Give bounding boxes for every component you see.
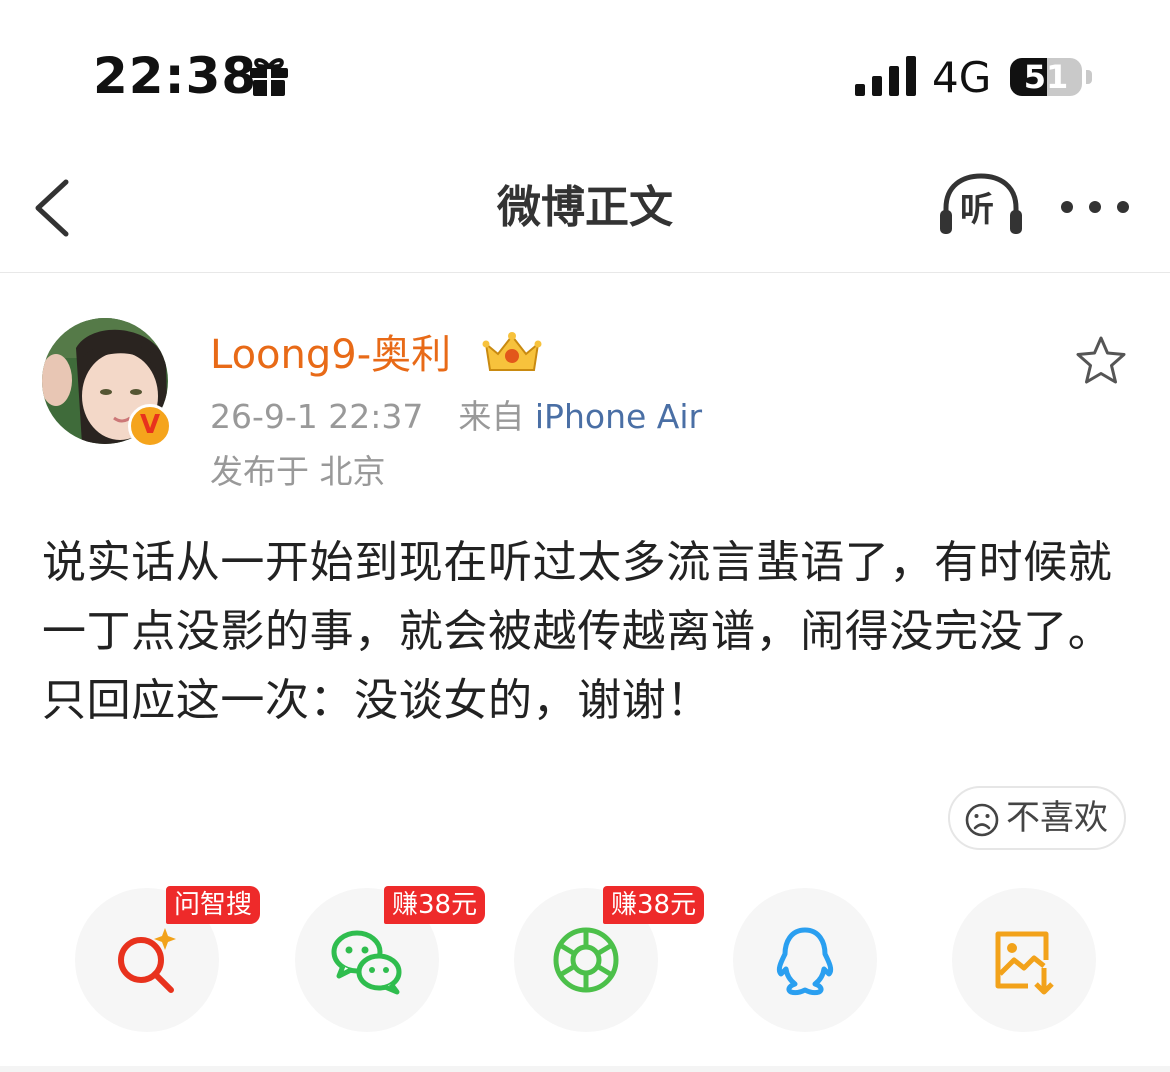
share-tag-wechat: 赚38元 (384, 886, 486, 924)
gift-icon (250, 58, 288, 98)
moments-icon (553, 927, 619, 993)
dislike-label: 不喜欢 (1006, 798, 1108, 838)
ai-search-icon (118, 928, 176, 993)
verified-badge: V (128, 404, 172, 448)
sad-face-icon (965, 803, 999, 837)
source-device-link[interactable]: iPhone Air (535, 397, 702, 436)
favorite-star-icon[interactable] (1074, 334, 1128, 388)
dislike-button[interactable]: 不喜欢 (948, 786, 1126, 850)
share-save-image-button[interactable] (952, 888, 1096, 1032)
status-time: 22:38 (93, 47, 258, 105)
save-image-icon (995, 931, 1054, 995)
post-text: 说实话从一开始到现在听过太多流言蜚语了，有时候就一丁点没影的事，就会被越传越离谱… (42, 537, 1113, 726)
post-location: 发布于 北京 (210, 452, 386, 491)
bottom-divider (0, 1066, 1170, 1072)
page-title: 微博正文 (497, 182, 673, 233)
battery-level: 51 (1023, 58, 1069, 96)
share-tag-moments: 赚38元 (603, 886, 705, 924)
listen-label: 听 (960, 190, 994, 230)
listen-button[interactable]: 听 (938, 172, 1024, 240)
battery-icon: 51 (1010, 58, 1094, 98)
qq-icon (776, 927, 834, 996)
author-name[interactable]: Loong9-奥利 (210, 328, 451, 382)
share-qq-button[interactable] (733, 888, 877, 1032)
signal-icon (855, 56, 916, 96)
post-timestamp: 26-9-1 22:37 (210, 397, 424, 436)
source-prefix: 来自 (458, 397, 525, 436)
wechat-icon (331, 930, 402, 995)
crown-icon (482, 332, 542, 371)
post-meta: 26-9-1 22:37 来自 iPhone Air (210, 393, 702, 441)
nav-divider (0, 272, 1170, 273)
more-icon[interactable] (1058, 188, 1132, 226)
back-arrow-icon[interactable] (30, 176, 74, 240)
network-type: 4G (932, 53, 992, 102)
share-tag-ai-search: 问智搜 (166, 886, 261, 924)
